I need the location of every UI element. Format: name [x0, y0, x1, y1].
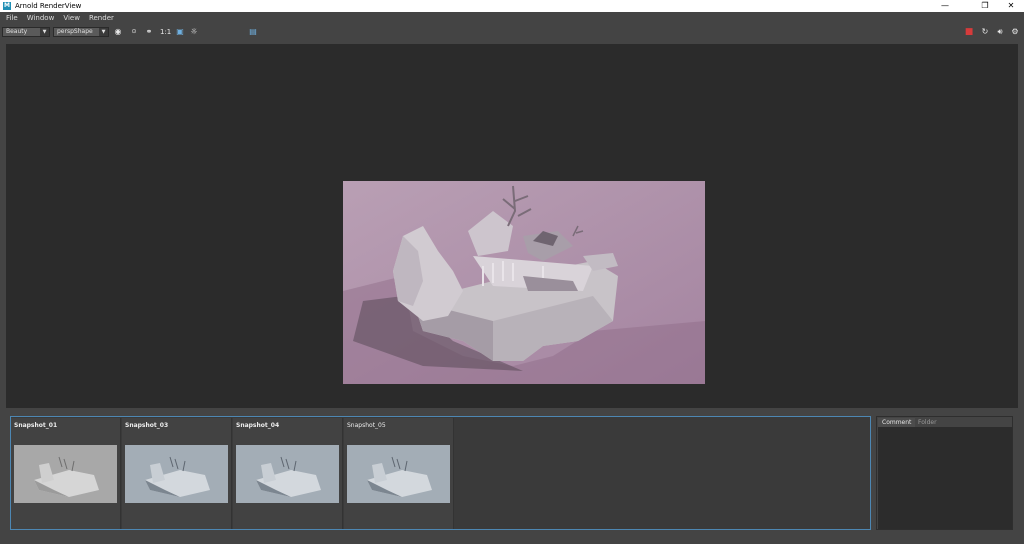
snapshot-item[interactable]: Snapshot_03	[122, 418, 232, 529]
refresh-render-icon[interactable]: ↻	[980, 27, 990, 37]
snapshot-item[interactable]: Snapshot_04	[233, 418, 343, 529]
gear-icon[interactable]: ⚙	[1010, 27, 1020, 37]
menu-render[interactable]: Render	[89, 14, 114, 22]
snapshot-label: Snapshot_05	[347, 422, 386, 429]
snapshot-panel: Snapshot_01 Snapshot_03 Snapshot_04 Snap…	[10, 416, 871, 530]
zoom-ratio-button[interactable]: 1:1	[160, 27, 171, 37]
menu-file[interactable]: File	[6, 14, 18, 22]
rendered-scene	[343, 181, 705, 384]
crop-region-icon[interactable]: ⊙	[129, 27, 139, 37]
toolbar: Beauty ▼ perspShape ▼ ◉ ⊙ ⚭ 1:1 ▣ ☼ 0 ▤ …	[0, 24, 1024, 60]
title-bar: M Arnold RenderView — ❐ ✕	[0, 0, 1024, 12]
ipr-icon[interactable]: 🔊︎	[995, 27, 1005, 37]
display-settings-icon[interactable]: ▤	[248, 27, 258, 37]
minimize-button[interactable]: —	[930, 0, 960, 12]
snapshot-item[interactable]: Snapshot_05	[344, 418, 454, 529]
snapshot-label: Snapshot_03	[125, 422, 169, 429]
comment-textarea[interactable]	[878, 427, 1012, 529]
snapshot-item[interactable]: Snapshot_01	[11, 418, 121, 529]
color-channels-icon[interactable]: ⚭	[144, 27, 154, 37]
chevron-down-icon: ▼	[40, 28, 49, 36]
close-button[interactable]: ✕	[996, 0, 1024, 12]
camera-dropdown-value: perspShape	[57, 28, 93, 35]
snapshot-thumbnail	[236, 445, 339, 503]
arnold-app-icon: M	[3, 2, 11, 10]
menu-view[interactable]: View	[63, 14, 80, 22]
comment-panel: Comment Folder	[876, 416, 1013, 530]
exposure-icon: ☼	[190, 27, 198, 36]
stop-render-icon[interactable]: ■	[964, 27, 974, 37]
chevron-down-icon: ▼	[99, 28, 108, 36]
aov-dropdown-value: Beauty	[6, 28, 28, 35]
snapshot-thumbnail	[125, 445, 228, 503]
camera-dropdown[interactable]: perspShape ▼	[53, 27, 109, 37]
tab-comment[interactable]: Comment	[878, 418, 916, 427]
snapshot-thumbnail	[14, 445, 117, 503]
snapshot-label: Snapshot_04	[236, 422, 280, 429]
aov-dropdown[interactable]: Beauty ▼	[2, 27, 50, 37]
snapshot-thumbnail	[347, 445, 450, 503]
window-title: Arnold RenderView	[15, 2, 82, 10]
frame-all-icon[interactable]: ▣	[175, 27, 185, 37]
menu-window[interactable]: Window	[27, 14, 55, 22]
status-bar	[0, 538, 1024, 544]
menu-bar: File Window View Render	[0, 12, 1024, 24]
render-image	[343, 181, 705, 384]
tab-folder[interactable]: Folder	[914, 418, 941, 427]
snapshot-label: Snapshot_01	[14, 422, 58, 429]
render-region-icon[interactable]: ◉	[113, 27, 123, 37]
